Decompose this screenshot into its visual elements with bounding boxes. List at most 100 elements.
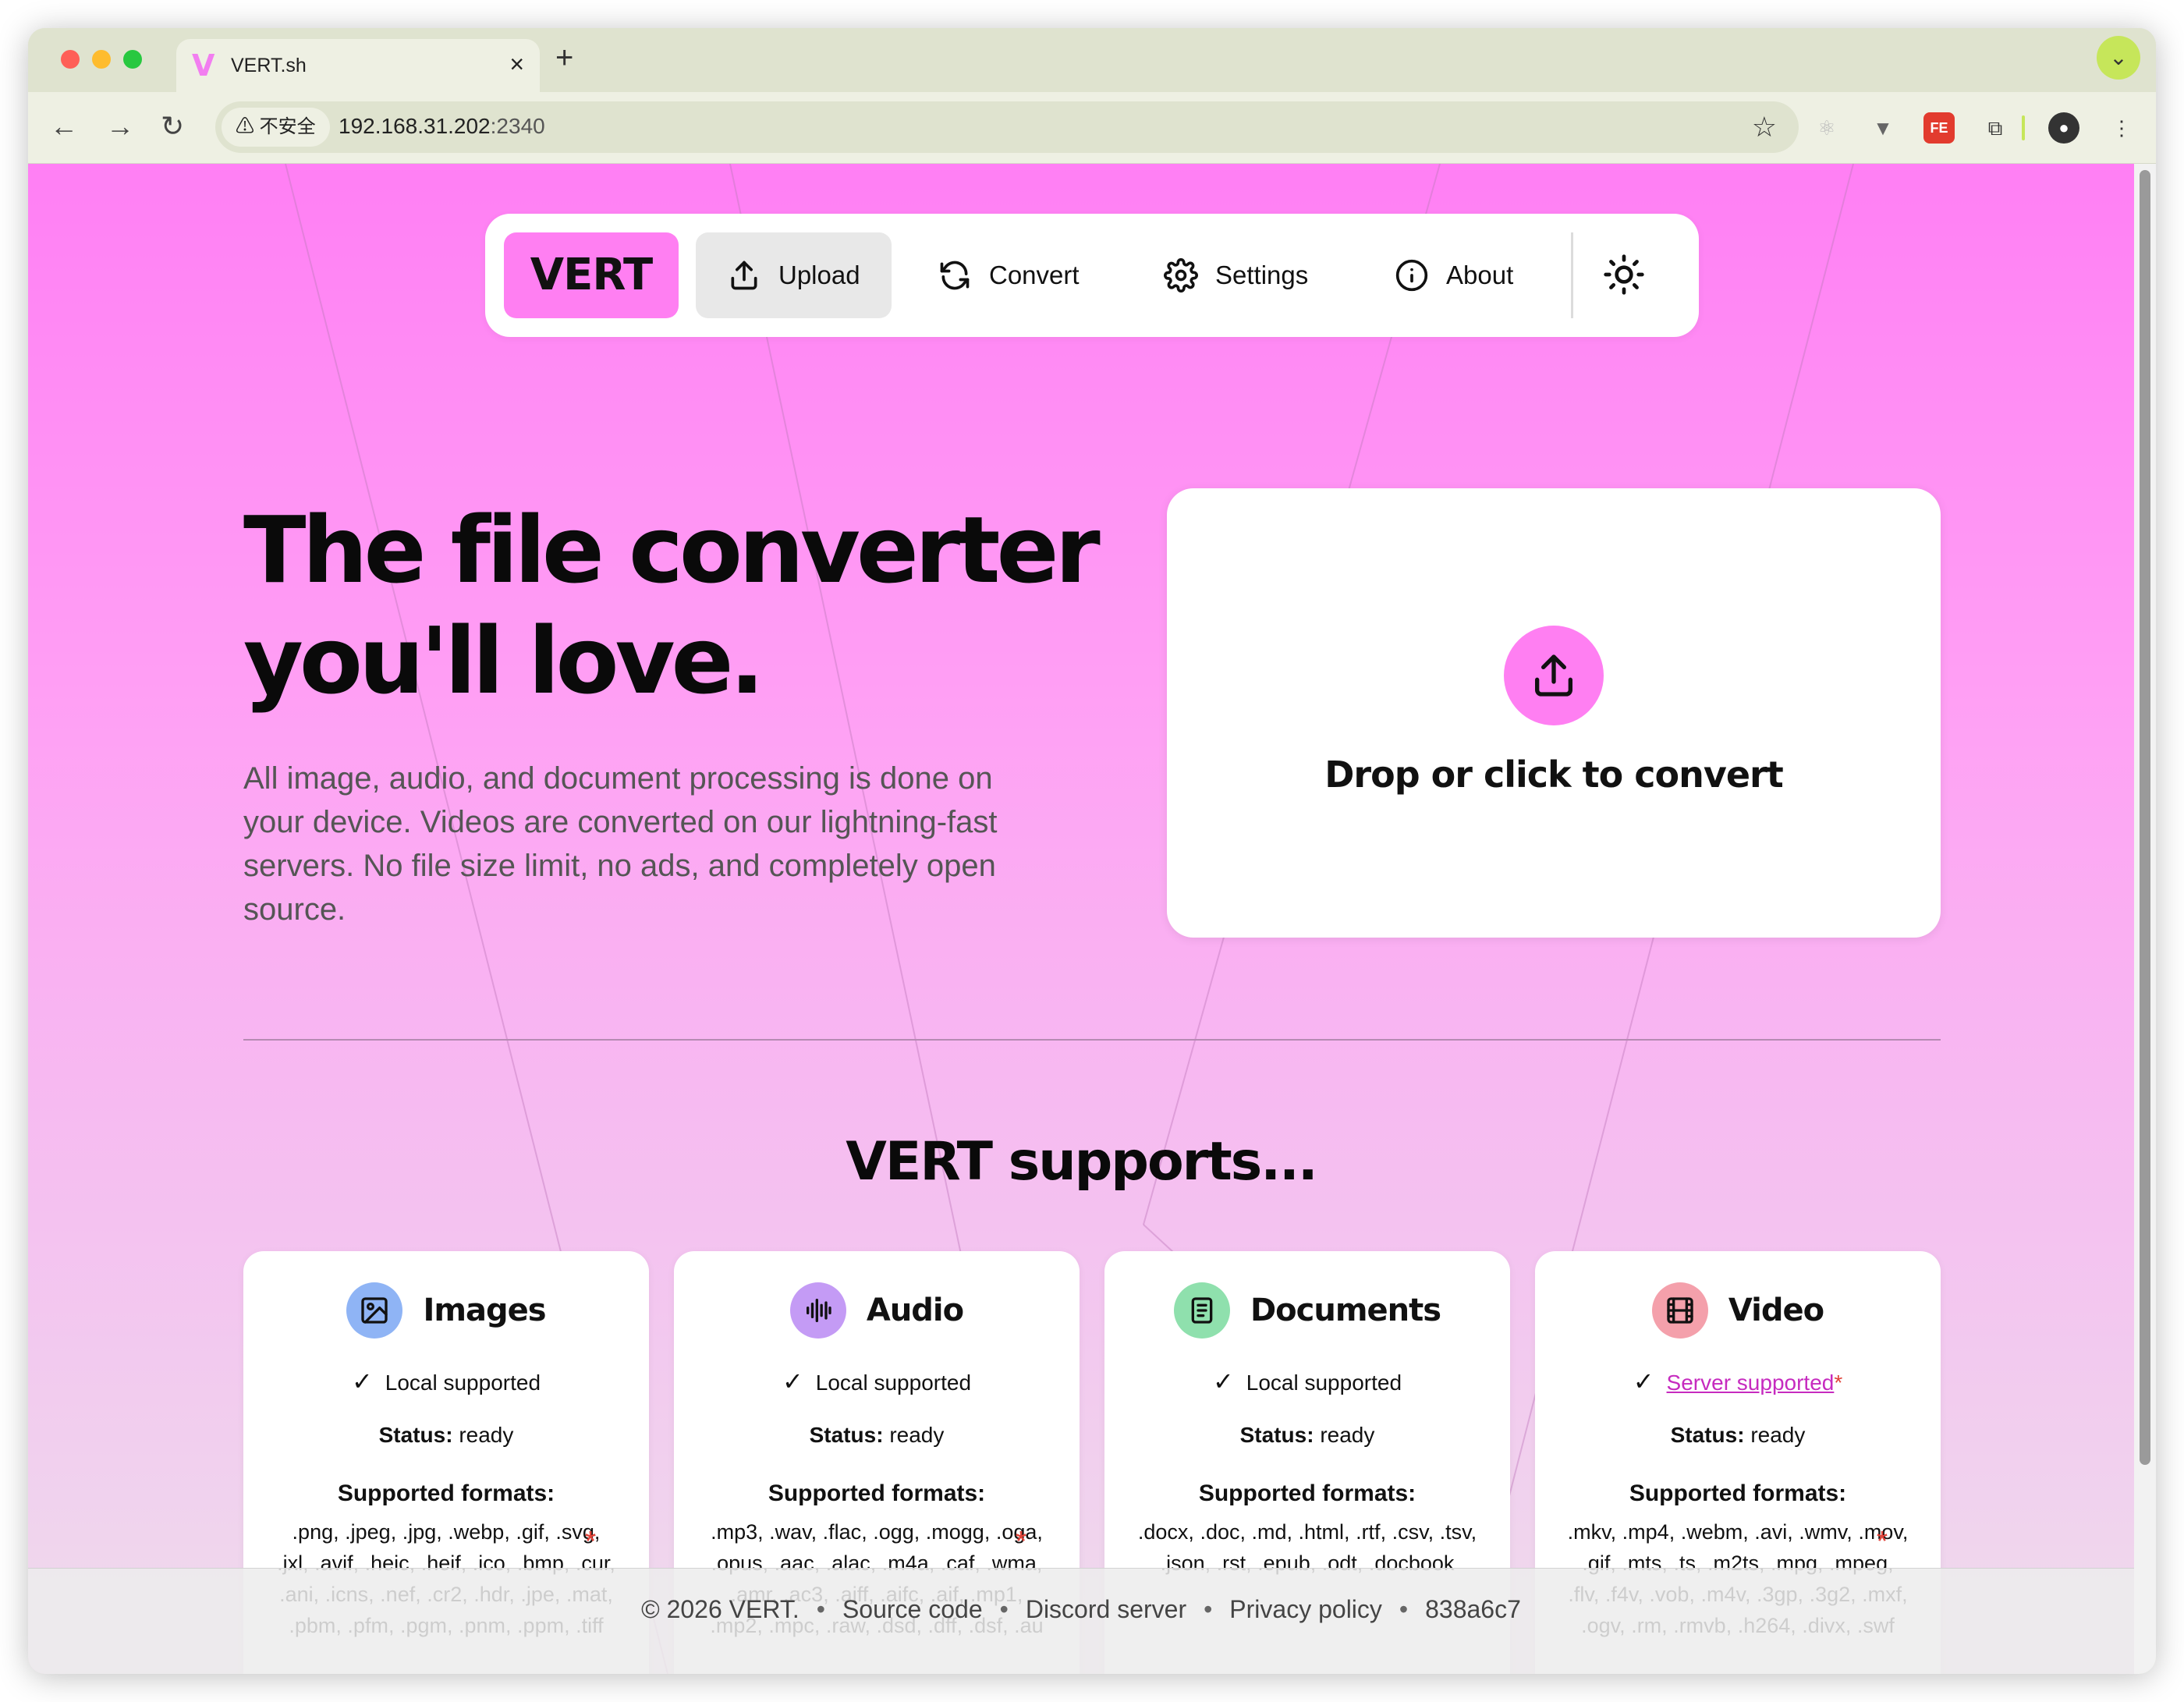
- waveform-icon: [789, 1282, 846, 1339]
- hero-subtitle: All image, audio, and document processin…: [243, 761, 998, 927]
- fe-extension-icon[interactable]: FE: [1923, 112, 1955, 144]
- hero-title: The file converter you'll love.: [243, 495, 1101, 716]
- format-item: .tsv: [1439, 1520, 1471, 1544]
- maximize-window-button[interactable]: [123, 50, 142, 69]
- support-label: Local supported: [385, 1370, 541, 1395]
- server-supported-link[interactable]: Server supported: [1667, 1370, 1835, 1395]
- scrollbar-thumb[interactable]: [2140, 170, 2150, 1465]
- format-item: .mp4: [1622, 1520, 1669, 1544]
- tab-close-icon[interactable]: ×: [509, 51, 524, 76]
- dropzone[interactable]: Drop or click to convert: [1167, 488, 1941, 938]
- browser-menu-icon[interactable]: ⋮: [2106, 112, 2137, 144]
- url-text[interactable]: 192.168.31.202:2340: [339, 114, 545, 139]
- nav-convert-label: Convert: [989, 261, 1080, 289]
- new-tab-button[interactable]: +: [555, 42, 573, 73]
- section-divider: [243, 1039, 1941, 1041]
- close-window-button[interactable]: [61, 50, 80, 69]
- status-label: Status:: [1239, 1423, 1314, 1447]
- nav-settings[interactable]: Settings: [1133, 232, 1339, 318]
- format-item: .ogg: [873, 1520, 914, 1544]
- nav-divider: [1571, 232, 1573, 318]
- favicon-icon: V: [192, 48, 215, 83]
- url-port: :2340: [490, 114, 545, 138]
- info-icon: [1395, 259, 1428, 292]
- refresh-icon: [940, 261, 970, 290]
- forward-icon[interactable]: →: [106, 111, 134, 142]
- footer-discord-link[interactable]: Discord server: [1026, 1595, 1186, 1623]
- status-value: ready: [1320, 1423, 1375, 1447]
- footer-privacy-link[interactable]: Privacy policy: [1229, 1595, 1382, 1623]
- status-line: Status: ready: [243, 1423, 649, 1448]
- toolbar-separator: [2022, 115, 2025, 140]
- main-nav: VERT Upload Convert Settings About: [485, 214, 1699, 337]
- formats-title: Supported formats:: [768, 1480, 986, 1506]
- nav-convert[interactable]: Convert: [906, 232, 1111, 318]
- status-value: ready: [889, 1423, 945, 1447]
- format-item: .docx: [1137, 1520, 1189, 1544]
- profile-avatar[interactable]: ●: [2048, 112, 2079, 144]
- react-devtools-icon[interactable]: ⚛: [1811, 112, 1842, 144]
- check-icon: ✓: [1633, 1367, 1654, 1395]
- format-item: .wmv: [1799, 1520, 1847, 1544]
- support-label: Local supported: [1246, 1370, 1402, 1395]
- dropzone-upload-button[interactable]: [1504, 626, 1604, 725]
- footer-source-code-link[interactable]: Source code: [842, 1595, 983, 1623]
- nav-about-label: About: [1446, 261, 1514, 289]
- check-icon: ✓: [351, 1367, 373, 1395]
- format-item: .jpeg: [345, 1520, 391, 1544]
- extensions-puzzle-icon[interactable]: ⧉: [1980, 112, 2011, 144]
- vue-devtools-icon[interactable]: ▼: [1867, 112, 1899, 144]
- minimize-window-button[interactable]: [92, 50, 111, 69]
- format-item: .flac: [822, 1520, 862, 1544]
- status-label: Status:: [809, 1423, 884, 1447]
- document-icon: [1173, 1282, 1230, 1339]
- bookmark-star-icon[interactable]: ☆: [1752, 111, 1777, 144]
- supports-title: VERT supports...: [846, 1131, 1317, 1193]
- security-indicator[interactable]: ⚠ 不安全: [222, 108, 330, 147]
- status-line: Status: ready: [1535, 1423, 1941, 1448]
- gear-icon: [1164, 258, 1198, 293]
- sun-icon[interactable]: [1602, 253, 1646, 296]
- support-label: Local supported: [815, 1370, 972, 1395]
- page-scrollbar[interactable]: [2134, 164, 2156, 1674]
- format-item: .doc: [1200, 1520, 1240, 1544]
- back-icon[interactable]: ←: [50, 111, 78, 142]
- address-bar[interactable]: ⚠ 不安全 192.168.31.202:2340 ☆: [215, 101, 1799, 153]
- tab-bar: V VERT.sh × + ⌄: [28, 28, 2156, 92]
- formats-title: Supported formats:: [337, 1480, 555, 1506]
- tab-search-icon[interactable]: ⌄: [2097, 36, 2140, 80]
- url-host: 192.168.31.202: [339, 114, 491, 138]
- tab-title: VERT.sh: [231, 55, 307, 76]
- card-title: Images: [423, 1292, 546, 1328]
- film-icon: [1651, 1282, 1708, 1339]
- card-title: Audio: [866, 1292, 964, 1328]
- status-line: Status: ready: [1104, 1423, 1510, 1448]
- format-item: .md: [1251, 1520, 1287, 1544]
- hero-title-line2: you'll love.: [243, 607, 764, 714]
- reload-icon[interactable]: ↻: [161, 111, 184, 142]
- footer-commit-hash[interactable]: 838a6c7: [1425, 1595, 1521, 1623]
- status-label: Status:: [378, 1423, 453, 1447]
- upload-icon: [731, 261, 757, 290]
- nav-upload[interactable]: Upload: [696, 232, 892, 318]
- format-item: .csv: [1392, 1520, 1428, 1544]
- browser-tab[interactable]: V VERT.sh ×: [176, 39, 540, 92]
- format-item: .mogg *: [925, 1520, 1026, 1557]
- browser-window: V VERT.sh × + ⌄ ← → ↻ ⚠ 不安全 192.168.31.2…: [28, 28, 2156, 1674]
- format-item: .webm: [1680, 1520, 1743, 1544]
- footer-copyright: © 2026 VERT.: [641, 1595, 800, 1623]
- vert-logo[interactable]: VERT: [504, 232, 679, 318]
- dropzone-label: Drop or click to convert: [1324, 753, 1783, 796]
- check-icon: ✓: [782, 1367, 803, 1395]
- nav-about[interactable]: About: [1363, 232, 1544, 318]
- format-item: .mkv: [1567, 1520, 1611, 1544]
- format-item: .mp3: [711, 1520, 758, 1544]
- format-item: .wav: [769, 1520, 811, 1544]
- status-label: Status:: [1670, 1423, 1745, 1447]
- support-line: ✓ Server supported*: [1535, 1367, 1941, 1396]
- format-item: .gif: [516, 1520, 544, 1544]
- card-title: Documents: [1250, 1292, 1441, 1328]
- hero-title-line1: The file converter: [243, 496, 1101, 604]
- format-item: .webp: [448, 1520, 505, 1544]
- support-line: ✓ Local supported: [243, 1367, 649, 1396]
